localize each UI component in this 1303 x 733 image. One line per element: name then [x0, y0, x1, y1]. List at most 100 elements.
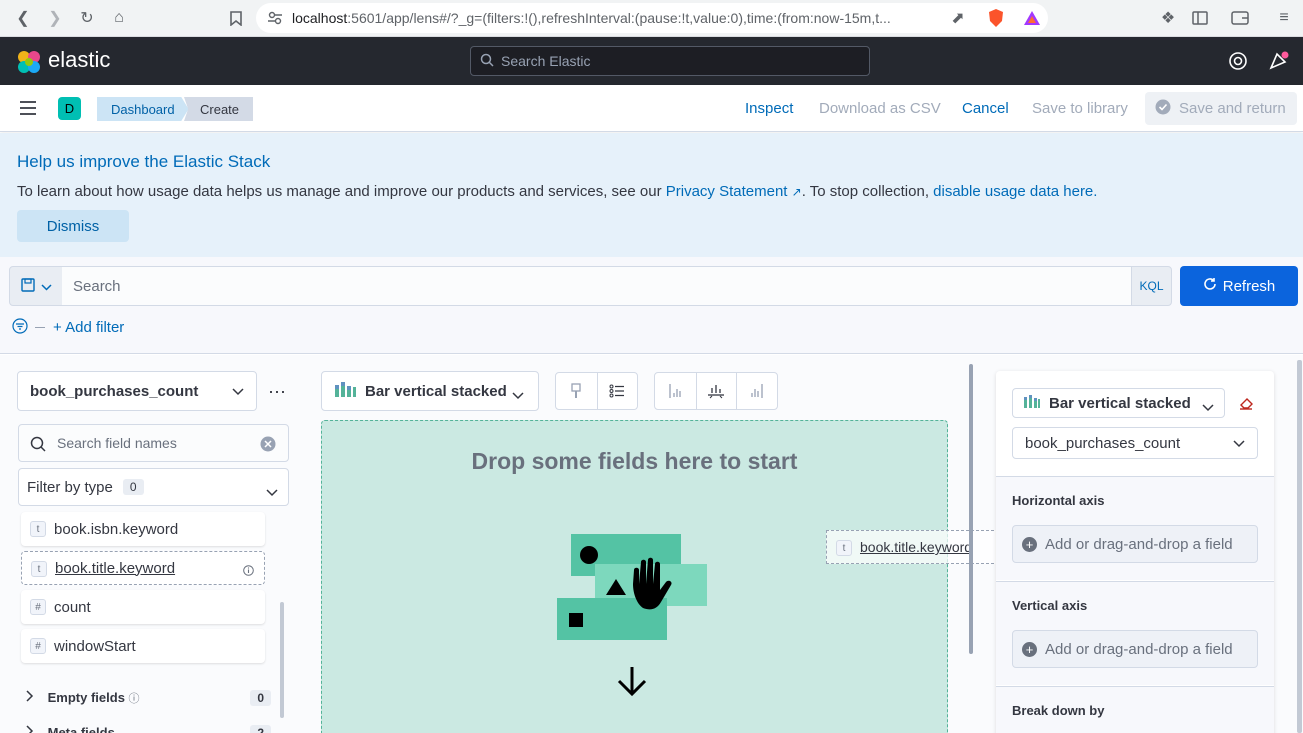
string-type-icon: t	[31, 561, 47, 577]
help-icon[interactable]	[1228, 51, 1248, 74]
layer-chart-type-select[interactable]: Bar vertical stacked	[1012, 388, 1225, 418]
legend-icon[interactable]	[596, 373, 638, 409]
callout-body: To learn about how usage data helps us m…	[17, 183, 1097, 200]
home-icon[interactable]: ⌂	[107, 6, 131, 30]
sidebar-icon[interactable]	[1188, 6, 1212, 30]
field-list-scrollbar[interactable]	[280, 602, 284, 718]
elastic-logo-text[interactable]: elastic	[48, 47, 110, 73]
chevron-down-icon	[1233, 435, 1245, 452]
break-down-by-label: Break down by	[1012, 703, 1105, 718]
appearance-toolbar	[555, 372, 638, 410]
bottom-axis-icon[interactable]	[695, 373, 737, 409]
vertical-axis-dropzone[interactable]: + Add or drag-and-drop a field	[1012, 630, 1258, 668]
forward-icon[interactable]: ❯	[43, 6, 67, 30]
chevron-down-icon	[232, 383, 244, 400]
dismiss-button[interactable]: Dismiss	[17, 210, 129, 242]
breadcrumb-create: Create	[184, 97, 254, 121]
search-icon	[480, 53, 494, 70]
download-csv-button[interactable]: Download as CSV	[819, 100, 941, 117]
dragged-field-name: book.title.keyword	[860, 539, 973, 555]
field-item[interactable]: # windowStart	[21, 629, 265, 663]
meta-fields-accordion[interactable]: Meta fields 2	[26, 725, 271, 733]
chevron-down-icon	[266, 484, 278, 501]
bar-stacked-icon	[334, 381, 356, 401]
field-name: windowStart	[54, 637, 136, 655]
refresh-label: Refresh	[1222, 277, 1276, 295]
callout-title: Help us improve the Elastic Stack	[17, 152, 271, 171]
plus-icon: +	[1022, 642, 1037, 657]
menu-icon[interactable]: ≡	[1272, 6, 1296, 30]
config-scrollbar[interactable]	[1297, 360, 1302, 733]
filter-by-type-label: Filter by type	[27, 478, 113, 496]
empty-fields-accordion[interactable]: Empty fields ⓘ 0	[26, 690, 271, 706]
chart-type-label: Bar vertical stacked	[365, 382, 507, 400]
layer-index-select[interactable]: book_purchases_count	[1012, 427, 1258, 459]
filter-by-type-button[interactable]: Filter by type 0	[18, 468, 289, 506]
left-axis-icon[interactable]	[655, 373, 696, 409]
inspect-button[interactable]: Inspect	[745, 100, 793, 117]
field-item[interactable]: t book.isbn.keyword	[21, 512, 265, 546]
chevron-down-icon	[1202, 399, 1214, 416]
drop-zone-title: Drop some fields here to start	[471, 448, 798, 474]
brush-icon[interactable]	[556, 373, 597, 409]
datasource-select[interactable]: book_purchases_count	[17, 371, 257, 411]
back-icon[interactable]: ❮	[11, 6, 35, 30]
horizontal-axis-label: Horizontal axis	[1012, 493, 1105, 508]
disable-usage-data-link[interactable]: disable usage data here.	[933, 183, 1097, 200]
query-search-input[interactable]: Search	[62, 266, 1132, 306]
share-icon[interactable]: ⬈	[946, 6, 970, 30]
wallet-icon[interactable]	[1228, 6, 1252, 30]
datasource-label: book_purchases_count	[30, 382, 199, 400]
save-and-return-button[interactable]: Save and return	[1145, 92, 1297, 125]
breadcrumb-dashboard[interactable]: Dashboard	[97, 97, 189, 121]
space-avatar[interactable]: D	[58, 97, 81, 120]
address-bar[interactable]: localhost:5601/app/lens#/?_g=(filters:!(…	[256, 3, 1048, 33]
meta-fields-count: 2	[250, 725, 271, 733]
site-info-icon[interactable]	[263, 6, 287, 30]
more-options-icon[interactable]: ⋯	[268, 382, 287, 403]
kql-language-button[interactable]: KQL	[1131, 266, 1172, 306]
elastic-logo-icon[interactable]	[16, 49, 42, 78]
right-axis-icon[interactable]	[736, 373, 777, 409]
clear-layer-icon[interactable]	[1238, 395, 1254, 414]
privacy-statement-link[interactable]: Privacy Statement ↗	[666, 183, 802, 200]
filter-options-icon[interactable]	[12, 318, 30, 337]
news-feed-icon[interactable]	[1268, 51, 1290, 74]
field-name: count	[54, 598, 91, 616]
global-search-input[interactable]: Search Elastic	[470, 46, 870, 76]
hamburger-menu-icon[interactable]	[19, 100, 37, 119]
chart-type-switcher[interactable]: Bar vertical stacked	[321, 371, 539, 411]
save-and-return-label: Save and return	[1179, 100, 1286, 117]
brave-shield-icon[interactable]	[984, 6, 1008, 30]
global-search-placeholder: Search Elastic	[501, 53, 591, 69]
brave-rewards-icon[interactable]	[1020, 6, 1044, 30]
drag-drop-illustration-icon	[555, 530, 715, 708]
callout-text-middle: . To stop collection,	[801, 183, 934, 200]
number-type-icon: #	[30, 638, 46, 654]
cancel-button[interactable]: Cancel	[962, 100, 1009, 117]
add-field-label: Add or drag-and-drop a field	[1045, 535, 1233, 553]
field-search-placeholder: Search field names	[57, 435, 177, 451]
refresh-icon	[1203, 277, 1217, 295]
plus-icon: +	[1022, 537, 1037, 552]
workspace-scrollbar[interactable]	[969, 364, 973, 654]
horizontal-axis-dropzone[interactable]: + Add or drag-and-drop a field	[1012, 525, 1258, 563]
save-to-library-button[interactable]: Save to library	[1032, 100, 1128, 117]
field-search-input[interactable]: Search field names	[18, 424, 289, 462]
field-item-dragging[interactable]: t book.title.keyword	[21, 551, 265, 585]
add-filter-button[interactable]: + Add filter	[53, 319, 124, 336]
filter-divider	[35, 327, 45, 328]
saved-query-button[interactable]	[9, 266, 63, 306]
field-name: book.title.keyword	[55, 559, 176, 577]
check-circle-icon	[1155, 99, 1171, 119]
field-item[interactable]: # count	[21, 590, 265, 624]
string-type-icon: t	[836, 540, 852, 556]
reload-icon[interactable]: ↻	[75, 6, 99, 30]
clear-icon[interactable]	[260, 436, 276, 455]
callout-text-prefix: To learn about how usage data helps us m…	[17, 183, 666, 200]
refresh-button[interactable]: Refresh	[1180, 266, 1298, 306]
extensions-icon[interactable]: ❖	[1156, 6, 1180, 30]
bookmark-icon[interactable]	[224, 6, 248, 30]
info-icon[interactable]	[243, 563, 254, 580]
help-icon: ⓘ	[128, 693, 140, 705]
